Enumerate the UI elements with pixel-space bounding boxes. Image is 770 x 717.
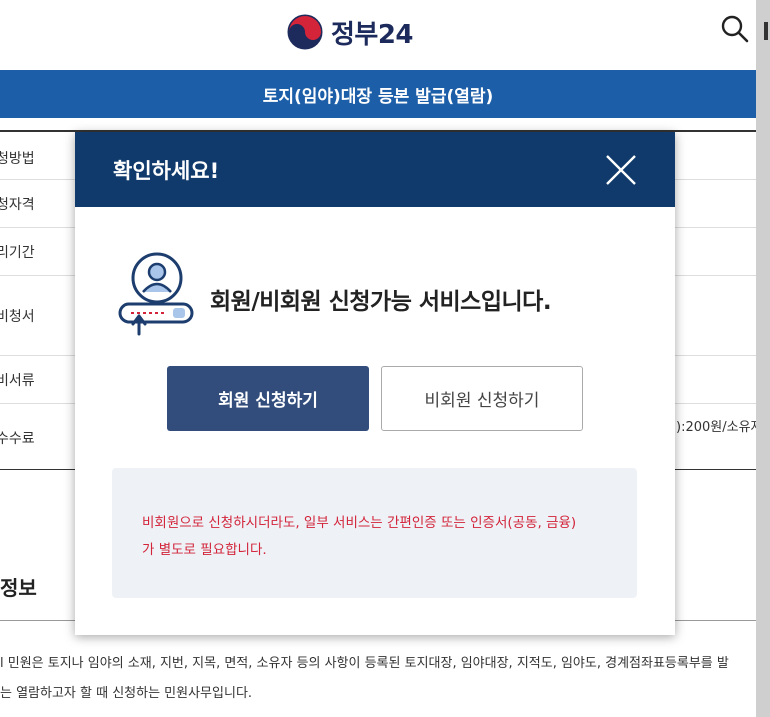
- fee-value: ):200원/소유자: [676, 420, 763, 435]
- row-label: 비청서: [0, 309, 35, 325]
- notice-line: 가 별도로 필요합니다.: [142, 542, 267, 558]
- row-label: 리기간: [0, 245, 35, 261]
- row-label: 비서류: [0, 373, 35, 389]
- site-logo[interactable]: 정부24: [285, 12, 414, 52]
- service-message: 회원/비회원 신청가능 서비스입니다.: [210, 289, 552, 315]
- guest-apply-button[interactable]: 비회원 신청하기: [381, 366, 583, 431]
- description-line: 는 열람하고자 할 때 신청하는 민원사무입니다.: [0, 686, 253, 701]
- search-icon[interactable]: [720, 14, 750, 44]
- top-header: 정부24: [0, 0, 770, 70]
- modal-header: 확인하세요!: [75, 132, 675, 207]
- user-login-icon: [118, 252, 194, 336]
- notice-line: 비회원으로 신청하시더라도, 일부 서비스는 간편인증 또는 인증서(공동, 금…: [142, 515, 577, 531]
- page-title: 토지(임야)대장 등본 발급(열람): [262, 86, 494, 107]
- row-label: 수수료: [0, 431, 35, 447]
- taegeuk-logo-icon: [286, 13, 324, 51]
- menu-icon-partial[interactable]: [764, 22, 768, 40]
- description-line: l 민원은 토지나 임야의 소재, 지번, 지목, 면적, 소유자 등의 사항이…: [0, 656, 729, 671]
- close-icon[interactable]: [605, 154, 637, 186]
- confirm-modal: 확인하세요! 회원/비회원 신청가능 서비스입니다. 회원 신청하기 비회원 신…: [75, 132, 675, 635]
- section-title: 정보: [0, 576, 37, 600]
- modal-title: 확인하세요!: [113, 158, 220, 183]
- page-title-bar: 토지(임야)대장 등본 발급(열람): [0, 70, 756, 118]
- member-apply-button[interactable]: 회원 신청하기: [167, 366, 369, 431]
- notice-box: 비회원으로 신청하시더라도, 일부 서비스는 간편인증 또는 인증서(공동, 금…: [112, 468, 637, 598]
- row-label: 청자격: [0, 197, 35, 213]
- right-edge-shade: [756, 0, 770, 717]
- logo-text: 정부24: [331, 19, 414, 50]
- row-label: 청방법: [0, 151, 35, 167]
